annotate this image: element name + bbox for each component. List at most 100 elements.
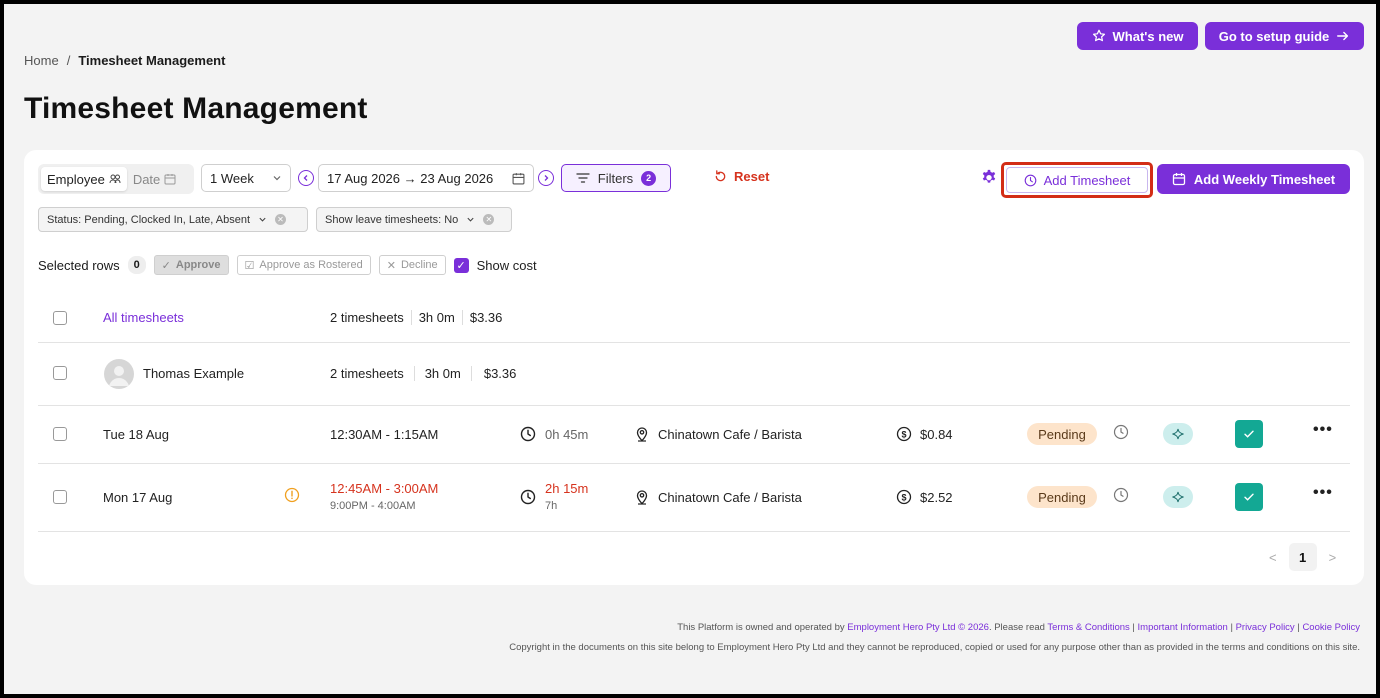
footer-copyright: Copyright in the documents on this site … [509, 642, 1360, 653]
people-icon [109, 174, 121, 184]
whats-new-button[interactable]: What's new [1077, 22, 1198, 50]
dollar-icon: $ [896, 489, 912, 505]
pagination: < 1 > [1269, 543, 1336, 571]
prev-week-button[interactable] [298, 170, 314, 186]
selected-rows-label: Selected rows [38, 257, 120, 273]
row-rostered-duration: 7h [545, 500, 558, 512]
approve-row-button[interactable] [1235, 483, 1263, 511]
view-employee-tab[interactable]: Employee [41, 167, 127, 191]
checkbox-icon: ☑ [244, 259, 255, 272]
chevron-right-icon [544, 175, 549, 181]
add-timesheet-button[interactable]: Add Timesheet [1006, 167, 1148, 193]
dollar-icon: $ [896, 426, 912, 442]
status-filter-chip[interactable]: Status: Pending, Clocked In, Late, Absen… [38, 207, 308, 232]
leave-filter-chip[interactable]: Show leave timesheets: No ✕ [316, 207, 512, 232]
refresh-icon [715, 170, 726, 182]
calendar-icon [512, 172, 525, 184]
sparkle-icon [1172, 491, 1184, 503]
terms-link[interactable]: Terms & Conditions [1047, 622, 1129, 633]
calendar-icon [1172, 173, 1186, 186]
divider [38, 463, 1350, 464]
calendar-icon [164, 174, 176, 185]
star-icon [1092, 29, 1105, 42]
divider [38, 405, 1350, 406]
summary-hours: 3h 0m [410, 310, 462, 325]
chevron-down-icon [259, 217, 266, 222]
chevron-down-icon [467, 217, 474, 222]
filters-button[interactable]: Filters 2 [561, 164, 671, 192]
ai-sparkle-button[interactable] [1163, 486, 1193, 508]
ai-sparkle-button[interactable] [1163, 423, 1193, 445]
add-timesheet-highlight: Add Timesheet [1001, 162, 1153, 198]
app-frame: What's new Go to setup guide Home / Time… [4, 4, 1376, 694]
more-options-icon[interactable]: ••• [1313, 484, 1333, 502]
row-rostered-time: 9:00PM - 4:00AM [330, 500, 416, 512]
next-page-button[interactable]: > [1329, 550, 1337, 565]
settings-gear-icon[interactable] [980, 169, 998, 187]
row-checkbox[interactable] [53, 427, 67, 441]
avatar [104, 359, 134, 389]
employee-checkbox[interactable] [53, 366, 67, 380]
remove-chip-icon[interactable]: ✕ [275, 214, 287, 225]
important-info-link[interactable]: Important Information [1138, 622, 1228, 633]
next-week-button[interactable] [538, 170, 554, 186]
chevron-down-icon [273, 176, 281, 181]
select-all-checkbox[interactable] [53, 311, 67, 325]
breadcrumb-current: Timesheet Management [78, 53, 226, 68]
warning-icon[interactable] [284, 487, 300, 503]
summary-hours: 3h 0m [413, 366, 471, 381]
breadcrumb-home[interactable]: Home [24, 53, 59, 68]
row-cost: $0.84 [920, 427, 953, 442]
company-link[interactable]: Employment Hero Pty Ltd © 2026 [847, 622, 989, 633]
row-date: Tue 18 Aug [103, 427, 170, 442]
prev-page-button[interactable]: < [1269, 550, 1277, 565]
employee-name[interactable]: Thomas Example [143, 366, 244, 381]
selected-count: 0 [127, 256, 146, 274]
row-time: 12:45AM - 3:00AM [330, 481, 439, 496]
check-icon [1244, 493, 1254, 501]
all-summary: 2 timesheets 3h 0m $3.36 [330, 310, 509, 325]
divider [38, 531, 1350, 532]
sparkle-icon [1172, 428, 1184, 440]
clock-outline-icon[interactable] [1113, 487, 1129, 503]
show-cost-label: Show cost [476, 257, 537, 273]
show-cost-checkbox[interactable]: ✓ [453, 257, 469, 273]
clock-icon [520, 426, 536, 442]
location-pin-icon [636, 490, 648, 505]
all-timesheets-link[interactable]: All timesheets [103, 310, 184, 325]
row-checkbox[interactable] [53, 490, 67, 504]
row-cost: $2.52 [920, 490, 953, 505]
setup-guide-button[interactable]: Go to setup guide [1205, 22, 1364, 50]
row-date: Mon 17 Aug [103, 490, 173, 505]
approve-button[interactable]: ✓ Approve [153, 255, 229, 275]
privacy-link[interactable]: Privacy Policy [1236, 622, 1295, 633]
period-select[interactable]: 1 Week [201, 164, 291, 192]
selection-bar: Selected rows 0 ✓ Approve ☑ Approve as R… [38, 255, 537, 275]
approve-row-button[interactable] [1235, 420, 1263, 448]
row-duration: 2h 15m [545, 481, 589, 496]
more-options-icon[interactable]: ••• [1313, 421, 1333, 439]
clock-icon [1024, 174, 1036, 186]
add-weekly-timesheet-button[interactable]: Add Weekly Timesheet [1157, 164, 1350, 194]
approve-rostered-button[interactable]: ☑ Approve as Rostered [236, 255, 371, 275]
clock-outline-icon[interactable] [1113, 424, 1129, 440]
cookie-link[interactable]: Cookie Policy [1302, 622, 1360, 633]
remove-chip-icon[interactable]: ✕ [483, 214, 495, 225]
user-avatar-icon [109, 366, 129, 386]
view-toggle: Employee Date [38, 164, 194, 194]
summary-cost: $3.36 [461, 310, 510, 325]
row-duration: 0h 45m [545, 427, 589, 442]
page-1-button[interactable]: 1 [1288, 543, 1317, 571]
row-location: Chinatown Cafe / Barista [658, 427, 802, 442]
reset-button[interactable]: Reset [714, 169, 769, 184]
decline-button[interactable]: ✕ Decline [378, 255, 446, 275]
view-date-tab[interactable]: Date [127, 167, 182, 191]
date-range-input[interactable]: 17 Aug 2026 → 23 Aug 2026 [318, 164, 534, 192]
location-pin-icon [636, 427, 648, 442]
summary-count: 2 timesheets [330, 310, 404, 325]
status-badge: Pending [1027, 423, 1097, 445]
close-icon: ✕ [386, 259, 396, 272]
page-title: Timesheet Management [24, 92, 368, 125]
check-icon [1244, 430, 1254, 438]
chevron-left-icon [303, 175, 308, 181]
